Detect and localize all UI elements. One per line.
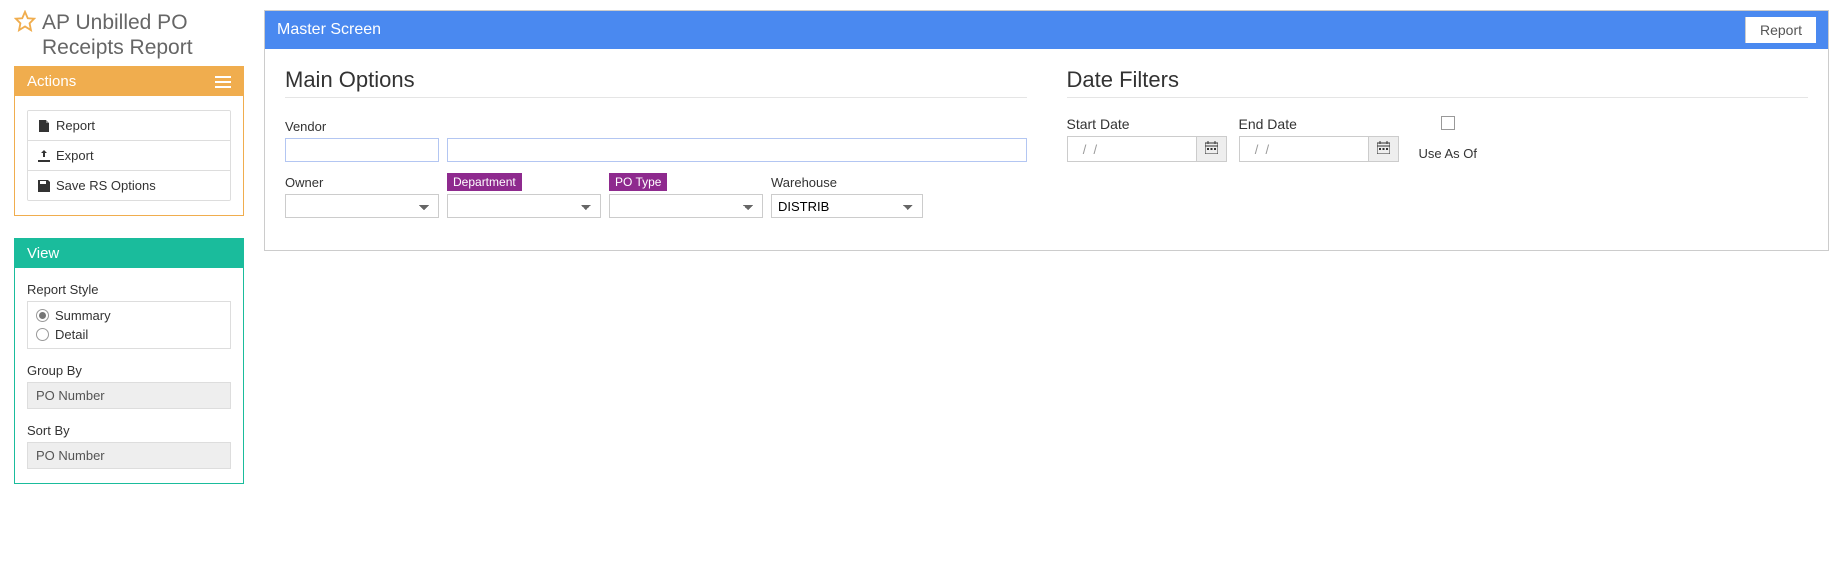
calendar-icon: [1205, 141, 1218, 157]
actions-list: Report Export Save RS Options: [27, 110, 231, 201]
warehouse-label: Warehouse: [771, 172, 923, 192]
sort-by-label: Sort By: [27, 423, 231, 438]
department-label: Department: [447, 173, 522, 191]
star-icon[interactable]: [14, 10, 36, 32]
end-date-input[interactable]: [1239, 136, 1369, 162]
actions-panel: Actions Report Export: [14, 66, 244, 216]
page-title-text: AP Unbilled PO Receipts Report: [42, 10, 244, 60]
view-panel: View Report Style Summary Detail: [14, 238, 244, 484]
action-save-rs-options[interactable]: Save RS Options: [28, 171, 230, 200]
page-title: AP Unbilled PO Receipts Report: [14, 10, 244, 60]
group-by-select[interactable]: PO Number: [27, 382, 231, 409]
upload-icon: [38, 150, 50, 162]
date-filters-title: Date Filters: [1067, 67, 1809, 98]
action-label: Save RS Options: [56, 178, 156, 193]
actions-header-text: Actions: [27, 73, 76, 90]
owner-select[interactable]: [285, 194, 439, 218]
vendor-name-input[interactable]: [447, 138, 1027, 162]
actions-header: Actions: [15, 67, 243, 96]
date-filters-section: Date Filters Start Date: [1067, 67, 1809, 162]
action-label: Report: [56, 118, 95, 133]
radio-summary[interactable]: Summary: [36, 306, 222, 325]
view-header: View: [15, 239, 243, 268]
radio-detail-label: Detail: [55, 327, 88, 342]
tab-report[interactable]: Report: [1745, 17, 1816, 43]
menu-icon[interactable]: [215, 76, 231, 88]
use-as-of-label: Use As Of: [1419, 146, 1478, 161]
radio-icon: [36, 328, 49, 341]
use-as-of-checkbox[interactable]: [1441, 116, 1455, 130]
po-type-select[interactable]: [609, 194, 763, 218]
action-label: Export: [56, 148, 94, 163]
calendar-icon: [1377, 141, 1390, 157]
department-select[interactable]: [447, 194, 601, 218]
sort-by-select[interactable]: PO Number: [27, 442, 231, 469]
main-options-section: Main Options Vendor Owner: [285, 67, 1027, 222]
radio-summary-label: Summary: [55, 308, 111, 323]
start-date-input[interactable]: [1067, 136, 1197, 162]
report-style-label: Report Style: [27, 282, 231, 297]
owner-label: Owner: [285, 172, 439, 192]
master-header-text: Master Screen: [277, 21, 381, 39]
end-date-calendar-button[interactable]: [1369, 136, 1399, 162]
end-date-label: End Date: [1239, 116, 1399, 132]
master-screen: Master Screen Report Main Options Vendor: [264, 10, 1829, 251]
report-style-radio-group: Summary Detail: [27, 301, 231, 349]
view-header-text: View: [27, 245, 59, 262]
start-date-label: Start Date: [1067, 116, 1227, 132]
radio-icon: [36, 309, 49, 322]
group-by-label: Group By: [27, 363, 231, 378]
save-icon: [38, 180, 50, 192]
start-date-calendar-button[interactable]: [1197, 136, 1227, 162]
warehouse-select[interactable]: DISTRIB: [771, 194, 923, 218]
vendor-code-input[interactable]: [285, 138, 439, 162]
action-report[interactable]: Report: [28, 111, 230, 141]
main-options-title: Main Options: [285, 67, 1027, 98]
master-header: Master Screen Report: [265, 11, 1828, 49]
radio-detail[interactable]: Detail: [36, 325, 222, 344]
action-export[interactable]: Export: [28, 141, 230, 171]
vendor-label: Vendor: [285, 116, 1027, 136]
po-type-label: PO Type: [609, 173, 667, 191]
file-icon: [38, 120, 50, 132]
